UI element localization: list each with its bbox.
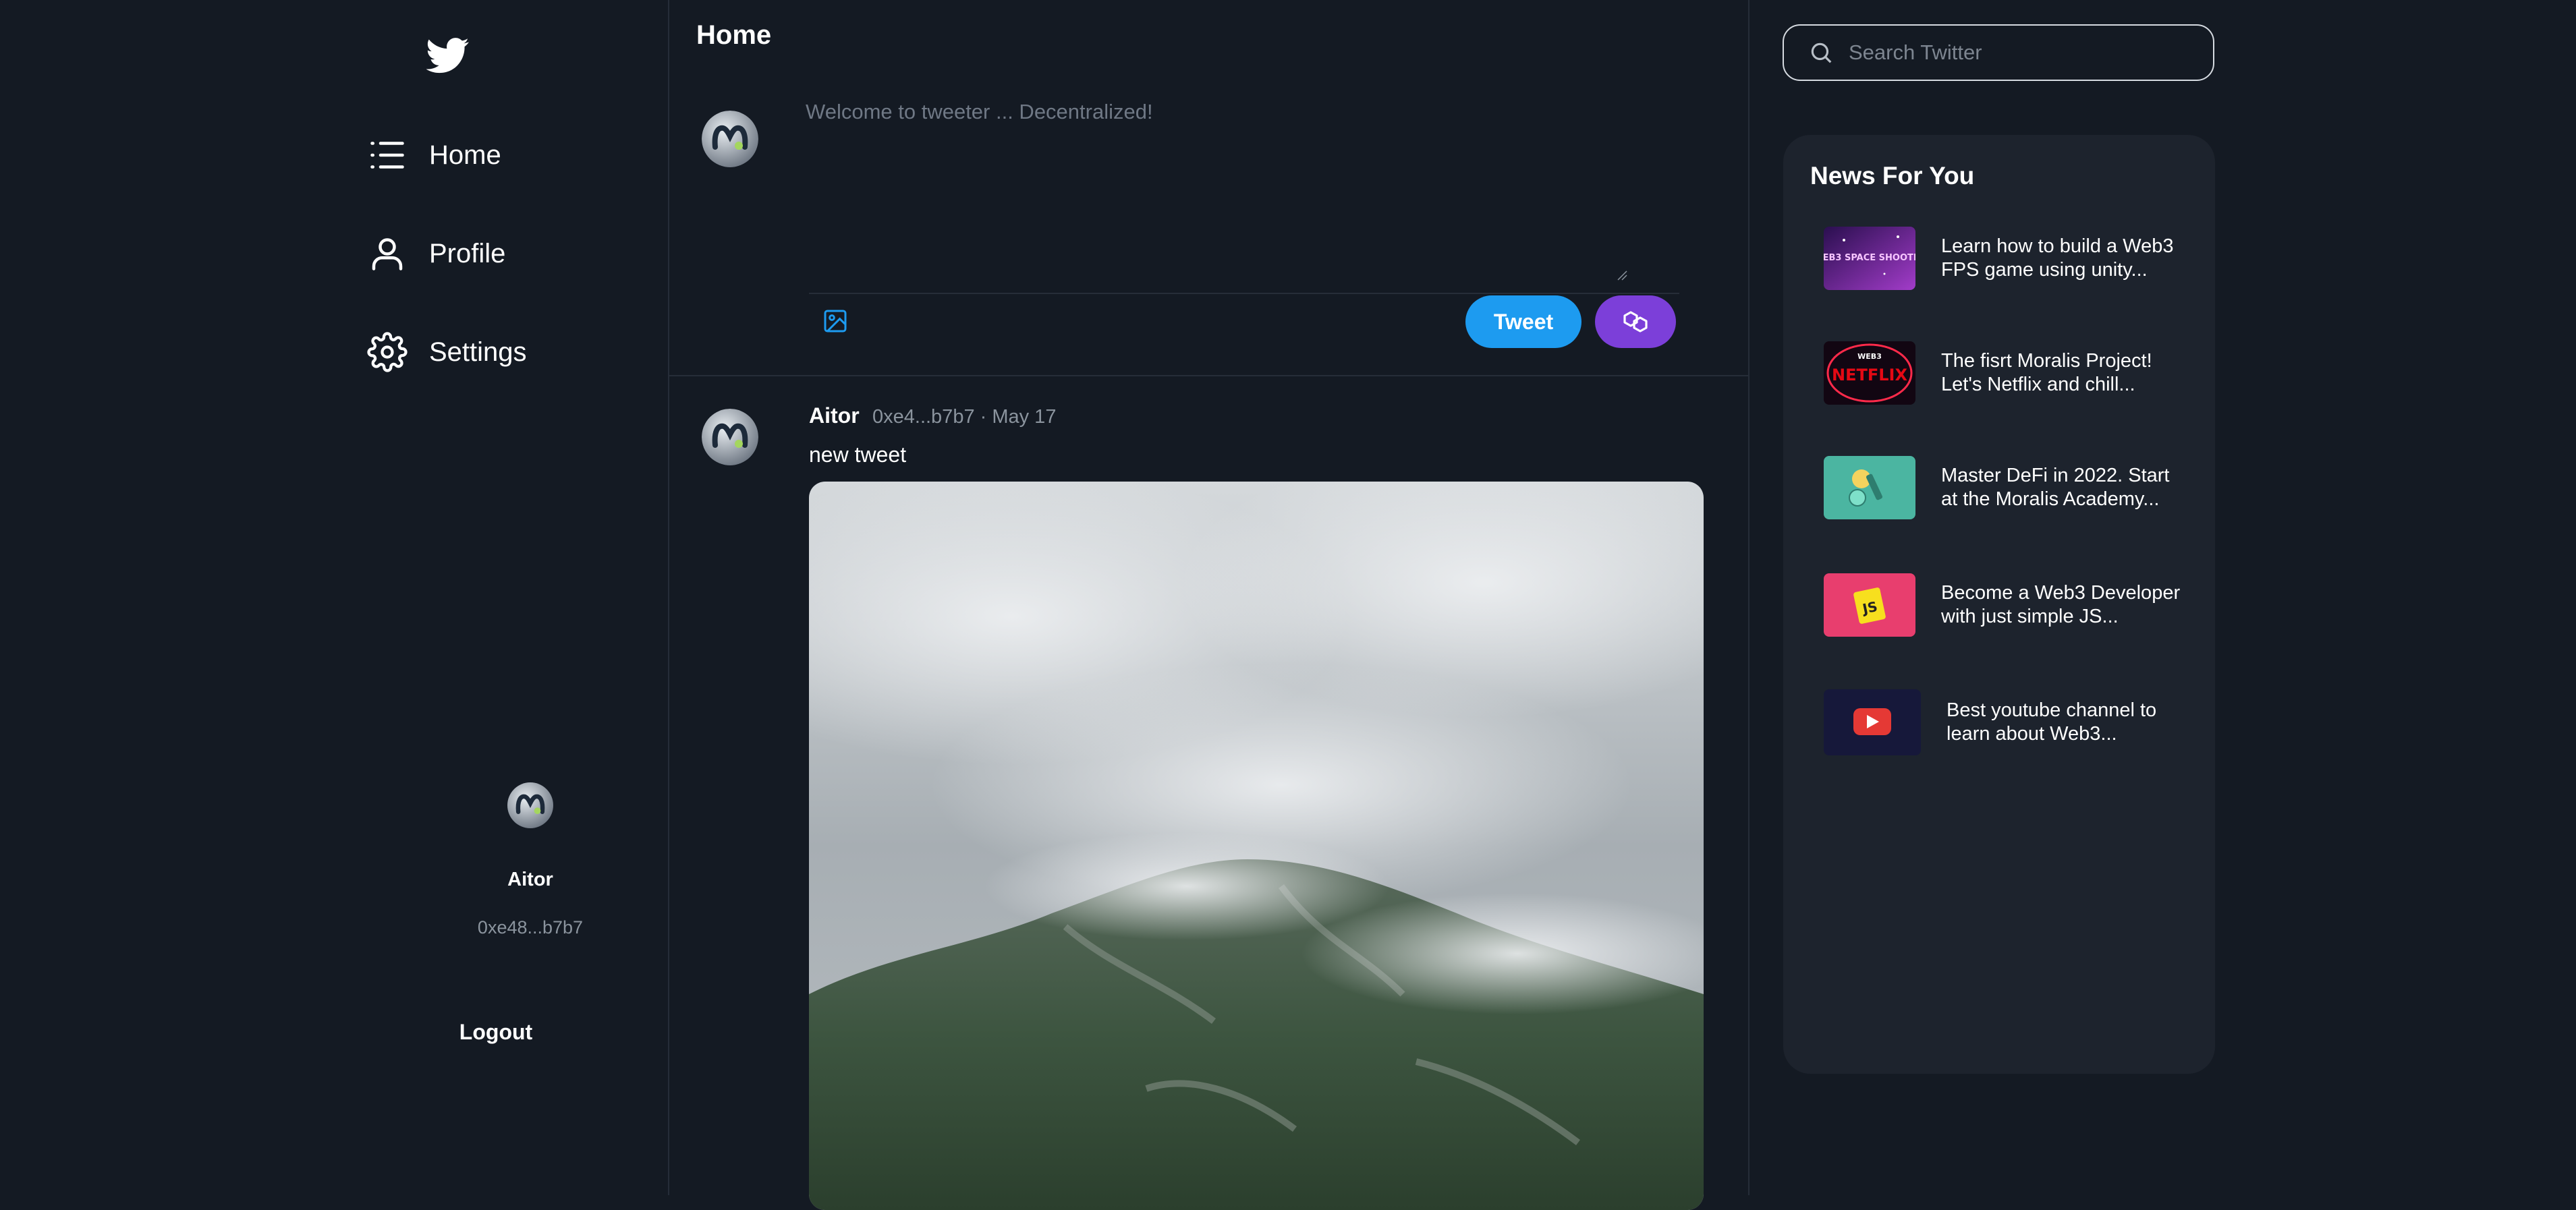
left-divider (668, 0, 669, 1195)
twitter-logo-icon[interactable] (426, 34, 470, 77)
nav-settings-label: Settings (429, 337, 527, 367)
compose-divider (809, 293, 1679, 294)
news-thumb-text: NETFLIX (1832, 366, 1907, 384)
polygon-chain-button[interactable] (1595, 295, 1676, 348)
image-upload-icon[interactable] (822, 308, 849, 335)
tweet-meta: 0xe4...b7b7 · May 17 (872, 406, 1057, 428)
user-icon (372, 238, 403, 270)
search-icon (1811, 42, 1832, 63)
search-bar[interactable] (1783, 24, 2214, 81)
news-thumb-text: WEB3 SPACE SHOOTER (1824, 253, 1915, 263)
tweet-image[interactable] (809, 482, 1704, 1210)
news-thumbnail: JS (1824, 573, 1915, 637)
news-item[interactable]: JS Become a Web3 Developer with just sim… (1824, 573, 2184, 637)
news-item-text: Master DeFi in 2022. Start at the Morali… (1941, 465, 2170, 510)
news-item-text: Become a Web3 Developer with just simple… (1941, 582, 2181, 627)
compose-tweet-input[interactable] (804, 98, 1630, 283)
page-title: Home (696, 20, 772, 50)
news-item[interactable]: WEB3 SPACE SHOOTER Learn how to build a … (1824, 227, 2184, 290)
resize-handle-icon[interactable] (1615, 268, 1627, 281)
news-thumbnail: WEB3 NETFLIX (1824, 341, 1915, 405)
nav-profile-label: Profile (429, 238, 506, 268)
gear-icon (367, 332, 408, 372)
tweet-avatar[interactable] (702, 409, 758, 465)
news-item-text: Learn how to build a Web3 FPS game using… (1941, 235, 2174, 281)
nav-profile[interactable]: Profile (367, 227, 505, 281)
news-title: News For You (1810, 162, 1975, 190)
news-item[interactable]: WEB3 NETFLIX The fisrt Moralis Project! … (1824, 341, 2184, 405)
news-item[interactable]: Best youtube channel to learn about Web3… (1824, 689, 2189, 755)
compose-bottom-divider (669, 375, 1748, 376)
news-thumbnail: WEB3 SPACE SHOOTER (1824, 227, 1915, 290)
news-item-text: Best youtube channel to learn about Web3… (1947, 699, 2157, 745)
nav-home-label: Home (429, 140, 501, 170)
news-item[interactable]: Master DeFi in 2022. Start at the Morali… (1824, 456, 2184, 519)
user-avatar[interactable] (507, 782, 553, 828)
left-sidebar: Home Profile Settings Aitor 0xe48...b7b7… (0, 0, 668, 1195)
nav-home[interactable]: Home (367, 128, 501, 182)
tweet-text: new tweet (809, 442, 907, 467)
right-divider (1748, 0, 1749, 1195)
news-item-text: The fisrt Moralis Project! Let's Netflix… (1941, 350, 2152, 395)
nav-settings[interactable]: Settings (367, 325, 527, 379)
logout-button[interactable]: Logout (445, 1020, 547, 1045)
user-name: Aitor (507, 869, 553, 890)
news-thumb-top-text: WEB3 (1857, 352, 1882, 361)
news-thumbnail (1824, 456, 1915, 519)
search-input[interactable] (1847, 40, 2201, 65)
tweet-author[interactable]: Aitor (809, 403, 860, 428)
user-address: 0xe48...b7b7 (477, 917, 584, 938)
list-icon (370, 142, 404, 169)
news-panel: News For You WEB3 SPACE SHOOTER Learn ho… (1783, 135, 2215, 1074)
compose-avatar[interactable] (702, 111, 758, 167)
news-thumbnail (1824, 689, 1921, 755)
tweet-button[interactable]: Tweet (1465, 295, 1581, 348)
polygon-icon (1623, 311, 1648, 333)
